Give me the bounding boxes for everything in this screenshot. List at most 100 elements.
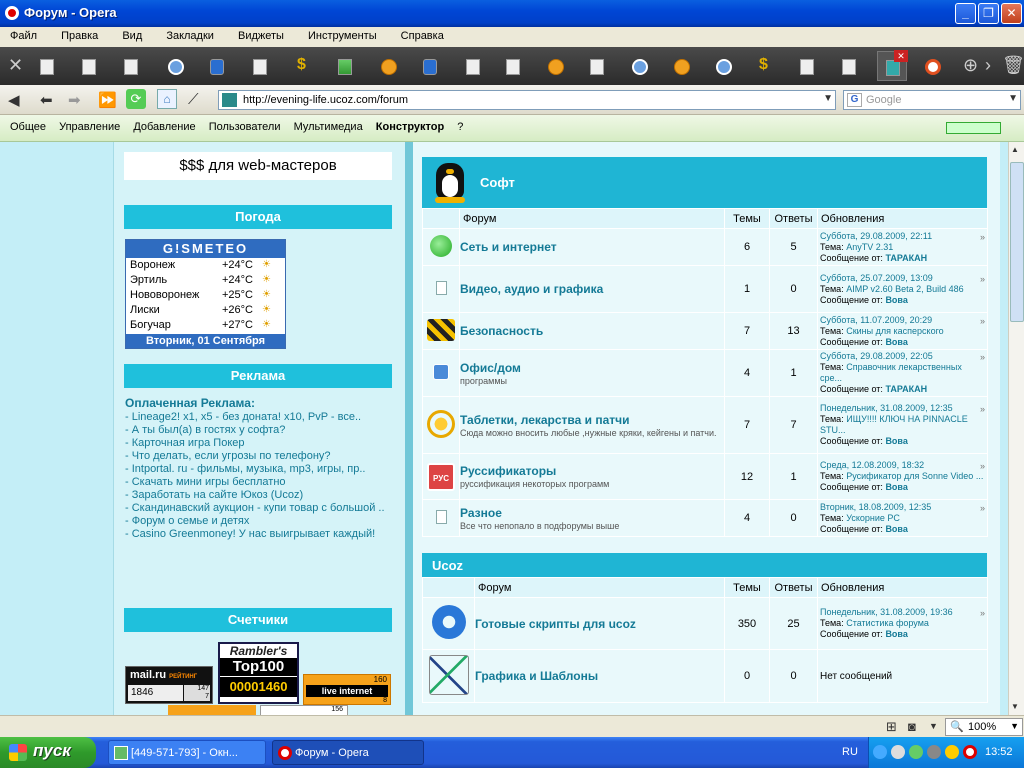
tab[interactable] — [498, 51, 528, 81]
tab[interactable] — [624, 51, 654, 81]
dropdown-icon[interactable]: ▼ — [823, 93, 833, 104]
scrollbar-thumb[interactable] — [1010, 162, 1024, 322]
author-link[interactable]: Вова — [885, 629, 907, 639]
forum-link[interactable]: Сеть и интернет — [460, 240, 724, 254]
scroll-up-icon[interactable]: ▲ — [1011, 145, 1019, 154]
taskbar-button-active[interactable]: Форум - Opera — [272, 740, 424, 765]
menu-edit[interactable]: Правка — [51, 27, 98, 42]
update-date[interactable]: Вторник, 18.08.2009, 12:35 — [820, 502, 985, 513]
liveinternet-counter[interactable]: 160 live internet 8 — [303, 674, 391, 705]
forum-link[interactable]: Таблетки, лекарства и патчи — [460, 413, 724, 427]
back-arrow-icon[interactable]: ⬅ — [40, 91, 53, 109]
dropdown-icon[interactable]: ▼ — [1010, 721, 1019, 731]
tab-active[interactable]: ✕ — [877, 50, 908, 81]
tab[interactable] — [834, 51, 864, 81]
category-title[interactable]: Софт — [480, 175, 515, 190]
category-title[interactable]: Ucoz — [432, 558, 463, 573]
author-link[interactable]: Вова — [885, 337, 907, 347]
tab[interactable] — [32, 51, 62, 81]
update-date[interactable]: Понедельник, 31.08.2009, 12:35 — [820, 403, 985, 414]
tab[interactable] — [330, 51, 360, 81]
language-indicator[interactable]: RU — [842, 746, 858, 758]
author-link[interactable]: ТАРАКАН — [885, 384, 927, 394]
forum-link[interactable]: Руссификаторы — [460, 464, 724, 478]
webmasters-banner[interactable]: $$$ для web-мастеров — [124, 152, 392, 180]
panel-help[interactable]: ? — [447, 115, 463, 133]
fast-forward-icon[interactable]: ⏩ — [98, 91, 117, 109]
counter-banner[interactable] — [168, 705, 256, 715]
panel-multimedia[interactable]: Мультимедиа — [284, 115, 363, 133]
wand-icon[interactable]: ⟋ — [188, 91, 199, 108]
counter-banner[interactable]: 156 — [260, 705, 348, 715]
tab[interactable]: $ — [750, 51, 780, 81]
go-last-icon[interactable]: » — [980, 232, 985, 243]
ad-link[interactable]: - Что делать, если угрозы по телефону? — [125, 450, 391, 463]
mailru-counter[interactable]: mail.ru РЕЙТИНГ 1846 147 7 — [125, 666, 213, 704]
menu-view[interactable]: Вид — [112, 27, 142, 42]
back-icon[interactable]: ◀ — [8, 91, 20, 109]
ad-link[interactable]: - Lineage2! x1, x5 - без доната! x10, Pv… — [125, 411, 391, 424]
tab[interactable] — [415, 51, 445, 81]
topic-link[interactable]: Ускорние PC — [846, 513, 900, 523]
forum-link[interactable]: Безопасность — [460, 324, 724, 338]
menu-file[interactable]: Файл — [0, 27, 37, 42]
go-last-icon[interactable]: » — [980, 503, 985, 514]
tab[interactable] — [666, 51, 696, 81]
ad-link[interactable]: - Форум о семье и детях — [125, 515, 391, 528]
zoom-control[interactable]: 🔍 100% ▼ — [945, 718, 1023, 736]
close-button[interactable]: ✕ — [1001, 3, 1022, 24]
tray-volume-icon[interactable] — [927, 745, 941, 759]
topic-link[interactable]: Статистика форума — [846, 618, 929, 628]
author-link[interactable]: Вова — [885, 524, 907, 534]
menu-help[interactable]: Справка — [391, 27, 444, 42]
maximize-button[interactable]: ❐ — [978, 3, 999, 24]
topic-link[interactable]: Русификатор для Sonne Video ... — [846, 471, 983, 481]
home-icon[interactable]: ⌂ — [157, 89, 177, 109]
reload-icon[interactable]: ⟳ — [126, 89, 146, 109]
update-date[interactable]: Понедельник, 31.08.2009, 19:36 — [820, 607, 985, 618]
vertical-scrollbar[interactable]: ▲ ▼ — [1008, 142, 1024, 715]
tray-opera-icon[interactable] — [963, 745, 977, 759]
tab[interactable] — [373, 51, 403, 81]
minimize-button[interactable]: _ — [955, 3, 976, 24]
tab[interactable] — [582, 51, 612, 81]
tab[interactable] — [202, 51, 232, 81]
author-link[interactable]: Вова — [885, 436, 907, 446]
forward-icon[interactable]: ➡ — [68, 91, 81, 109]
address-field[interactable]: http://evening-life.ucoz.com/forum ▼ — [218, 90, 836, 110]
forum-link[interactable]: Видео, аудио и графика — [460, 282, 724, 296]
topic-link[interactable]: Скины для касперского — [846, 326, 943, 336]
rambler-counter[interactable]: Rambler's Top100 00001460 — [218, 642, 299, 704]
tab[interactable] — [708, 51, 738, 81]
panel-management[interactable]: Управление — [49, 115, 120, 133]
ad-link[interactable]: - Заработать на сайте Юкоз (Ucoz) — [125, 489, 391, 502]
forum-link[interactable]: Графика и Шаблоны — [475, 669, 724, 683]
camera-icon[interactable]: ◙ — [908, 719, 916, 734]
new-tab-icon[interactable]: ⊕ — [963, 55, 978, 76]
go-last-icon[interactable]: » — [980, 461, 985, 472]
panel-slider[interactable] — [946, 122, 1001, 134]
ad-link[interactable]: - А ты был(а) в гостях у софта? — [125, 424, 391, 437]
tools-icon[interactable]: ✕ — [8, 55, 23, 76]
ad-link[interactable]: - Casino Greenmoney! У нас выигрывает ка… — [125, 528, 391, 541]
dropdown-icon[interactable]: ▼ — [1008, 93, 1018, 104]
search-field[interactable]: G Google ▼ — [843, 90, 1021, 110]
tab-scroll-icon[interactable]: › — [985, 55, 991, 76]
forum-link[interactable]: Разное — [460, 506, 724, 520]
tab[interactable] — [116, 51, 146, 81]
tab[interactable] — [917, 51, 947, 81]
update-date[interactable]: Суббота, 29.08.2009, 22:11 — [820, 231, 985, 242]
ad-link[interactable]: - Скачать мини игры бесплатно — [125, 476, 391, 489]
topic-link[interactable]: AIMP v2.60 Beta 2, Build 486 — [846, 284, 963, 294]
author-link[interactable]: Вова — [885, 295, 907, 305]
panel-toggle-icon[interactable]: ⊞ — [886, 719, 897, 735]
go-last-icon[interactable]: » — [980, 608, 985, 619]
ad-link[interactable]: - Intportal. ru - фильмы, музыка, mp3, и… — [125, 463, 391, 476]
author-link[interactable]: Вова — [885, 482, 907, 492]
tab[interactable]: $ — [288, 51, 318, 81]
forum-link[interactable]: Офис/дом — [460, 361, 724, 375]
go-last-icon[interactable]: » — [980, 316, 985, 327]
tray-network-icon[interactable] — [891, 745, 905, 759]
menu-widgets[interactable]: Виджеты — [228, 27, 284, 42]
menu-bookmarks[interactable]: Закладки — [156, 27, 214, 42]
